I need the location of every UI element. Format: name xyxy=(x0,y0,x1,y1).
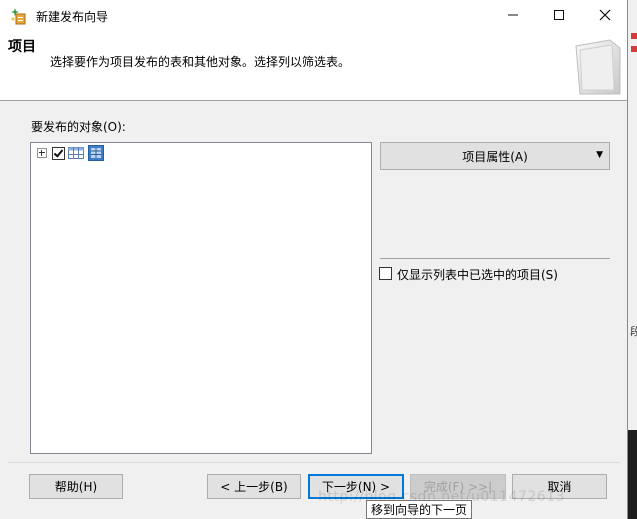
page-title: 项目 xyxy=(8,39,36,55)
show-checked-only-checkbox[interactable] xyxy=(379,267,392,280)
item-properties-label: 项目属性(A) xyxy=(462,149,528,164)
tables-folder-icon xyxy=(88,145,104,161)
separator xyxy=(380,258,610,259)
maximize-icon xyxy=(554,10,564,20)
wizard-header-graphic-icon xyxy=(575,39,621,95)
tree-item-checkbox[interactable] xyxy=(52,146,65,160)
title-bar: 新建发布向导 xyxy=(0,0,627,30)
objects-tree[interactable] xyxy=(30,142,372,454)
objects-to-publish-label: 要发布的对象(O): xyxy=(31,120,126,134)
show-checked-only-label[interactable]: 仅显示列表中已选中的项目(S) xyxy=(397,266,558,283)
window-title: 新建发布向导 xyxy=(36,10,109,24)
background-red-mark xyxy=(631,33,637,39)
new-publication-wizard-dialog: 新建发布向导 项目 选择要作为项目发布的表和其他对象。选择列以筛选表。 要发布的… xyxy=(0,0,628,519)
minimize-icon xyxy=(508,14,518,16)
background-red-mark xyxy=(631,46,637,52)
table-icon xyxy=(68,147,84,159)
next-button-tooltip: 移到向导的下一页 xyxy=(366,500,473,519)
back-button[interactable]: < 上一步(B) xyxy=(207,474,301,499)
maximize-button[interactable] xyxy=(536,0,582,30)
dropdown-arrow-icon: ▼ xyxy=(596,150,603,160)
close-icon xyxy=(599,9,611,21)
expand-icon[interactable] xyxy=(37,148,47,158)
tree-item-tables[interactable] xyxy=(37,145,104,161)
footer-separator xyxy=(8,462,620,463)
item-properties-button[interactable]: 项目属性(A) ▼ xyxy=(380,142,610,170)
page-description: 选择要作为项目发布的表和其他对象。选择列以筛选表。 xyxy=(50,55,351,69)
background-text-fragment: 段 xyxy=(630,325,637,338)
background-dark-panel xyxy=(628,430,637,519)
minimize-button[interactable] xyxy=(490,0,536,30)
help-button[interactable]: 帮助(H) xyxy=(29,474,123,499)
wizard-app-icon xyxy=(11,8,26,25)
close-button[interactable] xyxy=(582,0,628,30)
